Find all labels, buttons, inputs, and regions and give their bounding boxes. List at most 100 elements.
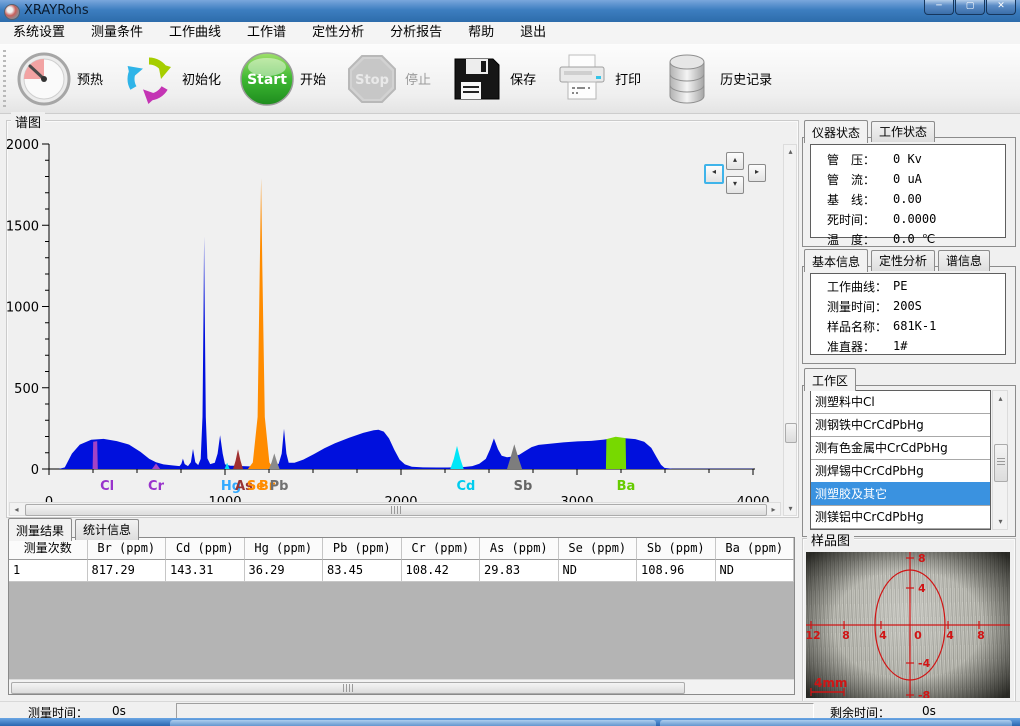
pan-down-button[interactable]: ▾ bbox=[726, 176, 744, 194]
initialize-button[interactable]: 初始化 bbox=[121, 51, 221, 107]
pan-left-button[interactable]: ◂ bbox=[704, 164, 724, 184]
spectrum-groupbox: 谱图 050010001500200001000200030004000ClCr… bbox=[6, 120, 799, 518]
column-header-6[interactable]: As (ppm) bbox=[480, 538, 559, 560]
scroll-left-icon[interactable]: ◂ bbox=[10, 503, 23, 516]
scroll-right-icon[interactable]: ▸ bbox=[767, 503, 780, 516]
work-area-item-4[interactable]: 测塑胶及其它 bbox=[810, 482, 991, 506]
column-header-0[interactable]: 测量次数 bbox=[9, 538, 88, 560]
table-cell[interactable]: 29.83 bbox=[480, 560, 559, 582]
work-area-scrollbar[interactable]: ▴ ▾ bbox=[992, 390, 1008, 530]
basic-info-page: 工作曲线：PE测量时间：200S样品名称：681K-1准直器：1# bbox=[802, 266, 1016, 364]
instrument-status-tab-1[interactable]: 工作状态 bbox=[871, 121, 935, 142]
svg-text:Stop: Stop bbox=[355, 73, 389, 88]
basic-info-tab-1[interactable]: 定性分析 bbox=[871, 250, 935, 271]
menu-item-6[interactable]: 帮助 bbox=[455, 22, 507, 44]
table-cell[interactable]: 36.29 bbox=[245, 560, 324, 582]
work-area-item-3[interactable]: 测焊锡中CrCdPbHg bbox=[810, 459, 991, 483]
menu-item-2[interactable]: 工作曲线 bbox=[156, 22, 234, 44]
scroll-down-icon[interactable]: ▾ bbox=[784, 502, 797, 515]
results-tab-0[interactable]: 测量结果 bbox=[8, 518, 72, 541]
basic-info-tab-2[interactable]: 谱信息 bbox=[938, 250, 990, 271]
reticle-v-label: -4 bbox=[918, 657, 931, 670]
menu-item-7[interactable]: 退出 bbox=[507, 22, 559, 44]
column-header-5[interactable]: Cr (ppm) bbox=[402, 538, 481, 560]
reticle-h-label: 8 bbox=[977, 629, 985, 642]
series-Br-peak bbox=[248, 178, 274, 469]
spectrum-chart: 050010001500200001000200030004000ClCrHgA… bbox=[7, 121, 798, 517]
instrument-status-tab-0[interactable]: 仪器状态 bbox=[804, 120, 868, 143]
table-cell[interactable]: 1 bbox=[9, 560, 88, 582]
table-cell[interactable]: ND bbox=[716, 560, 795, 582]
work-area-item-1[interactable]: 测钢铁中CrCdPbHg bbox=[810, 413, 991, 437]
table-cell[interactable]: 108.42 bbox=[402, 560, 481, 582]
table-cell[interactable]: 83.45 bbox=[323, 560, 402, 582]
element-label-Cr: Cr bbox=[148, 479, 165, 494]
info-label: 温 度： bbox=[827, 231, 893, 248]
table-cell[interactable]: ND bbox=[559, 560, 638, 582]
reticle-v-label: 4 bbox=[918, 582, 926, 595]
toolbar: 预热 初始化 Start开始 Stop停止保存打印历史记录 bbox=[0, 44, 1020, 114]
column-header-7[interactable]: Se (ppm) bbox=[559, 538, 638, 560]
toolbar-grip bbox=[3, 50, 6, 108]
column-header-4[interactable]: Pb (ppm) bbox=[323, 538, 402, 560]
table-row[interactable]: 1817.29143.3136.2983.45108.4229.83ND108.… bbox=[9, 560, 794, 582]
column-header-8[interactable]: Sb (ppm) bbox=[637, 538, 716, 560]
chart-v-scroll-thumb[interactable] bbox=[785, 423, 797, 443]
scroll-down-icon[interactable]: ▾ bbox=[994, 515, 1007, 528]
menu-item-1[interactable]: 测量条件 bbox=[78, 22, 156, 44]
taskbar-strip bbox=[0, 718, 1020, 726]
close-button[interactable]: ✕ bbox=[986, 0, 1016, 15]
table-cell[interactable]: 143.31 bbox=[166, 560, 245, 582]
work-area-item-0[interactable]: 测塑料中Cl bbox=[810, 390, 991, 414]
instrument-status-panel: 管 压：0 Kv管 流：0 uA基 线：0.00死时间：0.0000温 度：0.… bbox=[810, 144, 1006, 238]
maximize-button[interactable]: ▢ bbox=[955, 0, 985, 15]
minimize-button[interactable]: ─ bbox=[924, 0, 954, 15]
column-header-3[interactable]: Hg (ppm) bbox=[245, 538, 324, 560]
series-As-peak bbox=[233, 449, 243, 469]
chart-h-scrollbar[interactable]: ◂ ▸ bbox=[9, 502, 781, 516]
scroll-up-icon[interactable]: ▴ bbox=[784, 145, 797, 158]
series-Cd-peak bbox=[450, 446, 463, 469]
taskbar-button[interactable] bbox=[170, 720, 656, 726]
work-area-scroll-thumb[interactable] bbox=[994, 444, 1008, 482]
chart-h-scroll-thumb[interactable] bbox=[25, 504, 767, 516]
stop-button[interactable]: Stop停止 bbox=[344, 51, 431, 107]
series-spectrum-base bbox=[49, 237, 753, 469]
work-area-item-5[interactable]: 测镁铝中CrCdPbHg bbox=[810, 505, 991, 529]
initialize-label: 初始化 bbox=[182, 69, 221, 88]
table-cell[interactable]: 108.96 bbox=[637, 560, 716, 582]
preheat-button[interactable]: 预热 bbox=[16, 51, 103, 107]
table-cell[interactable]: 817.29 bbox=[88, 560, 167, 582]
menu-item-0[interactable]: 系统设置 bbox=[0, 22, 78, 44]
spectrum-group-label: 谱图 bbox=[11, 112, 45, 131]
basic-info-tab-0[interactable]: 基本信息 bbox=[804, 249, 868, 272]
history-button[interactable]: 历史记录 bbox=[659, 51, 772, 107]
results-table-header: 测量次数Br (ppm)Cd (ppm)Hg (ppm)Pb (ppm)Cr (… bbox=[9, 538, 794, 560]
work-area-tab[interactable]: 工作区 bbox=[804, 368, 856, 391]
title-bar: XRAYRohs ─▢✕ bbox=[0, 0, 1020, 23]
column-header-1[interactable]: Br (ppm) bbox=[88, 538, 167, 560]
scroll-up-icon[interactable]: ▴ bbox=[994, 392, 1007, 405]
reticle-v-label: -8 bbox=[918, 689, 930, 698]
menu-item-3[interactable]: 工作谱 bbox=[234, 22, 299, 44]
printer-icon bbox=[554, 51, 610, 107]
chart-v-scrollbar[interactable]: ▴ ▾ bbox=[783, 144, 797, 516]
pan-up-button[interactable]: ▴ bbox=[726, 152, 744, 170]
pan-right-button[interactable]: ▸ bbox=[748, 164, 766, 182]
app-icon bbox=[4, 4, 20, 20]
print-button[interactable]: 打印 bbox=[554, 51, 641, 107]
scroll-grip bbox=[391, 506, 401, 514]
menu-item-4[interactable]: 定性分析 bbox=[299, 22, 377, 44]
start-button[interactable]: Start开始 bbox=[239, 51, 326, 107]
instrument-status-page: 管 压：0 Kv管 流：0 uA基 线：0.00死时间：0.0000温 度：0.… bbox=[802, 137, 1016, 247]
results-tab-1[interactable]: 统计信息 bbox=[75, 519, 139, 540]
taskbar-button[interactable] bbox=[660, 720, 1012, 726]
results-scroll-thumb[interactable] bbox=[11, 682, 685, 694]
results-h-scrollbar[interactable] bbox=[9, 679, 794, 694]
column-header-9[interactable]: Ba (ppm) bbox=[716, 538, 795, 560]
work-area-item-2[interactable]: 测有色金属中CrCdPbHg bbox=[810, 436, 991, 460]
save-button[interactable]: 保存 bbox=[449, 51, 536, 107]
scale-label: 4mm bbox=[814, 676, 847, 690]
column-header-2[interactable]: Cd (ppm) bbox=[166, 538, 245, 560]
menu-item-5[interactable]: 分析报告 bbox=[377, 22, 455, 44]
